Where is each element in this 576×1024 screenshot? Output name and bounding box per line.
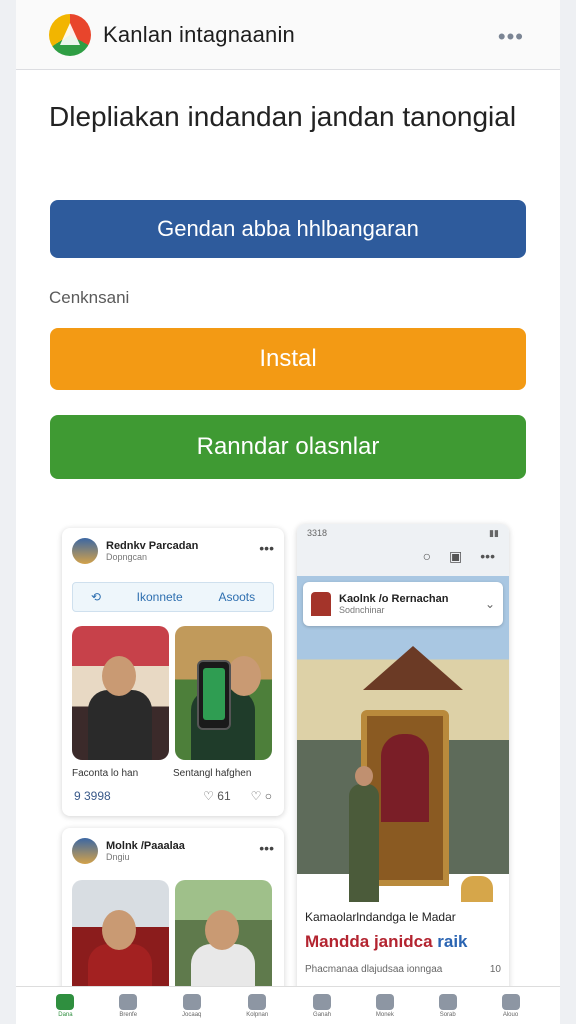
photo-man-phone[interactable] [72,626,169,760]
photo-face [205,910,239,950]
pill-left[interactable]: Ikonnete [137,590,183,604]
signal-icon: ▮▮ [489,528,499,538]
stat-left: 9 3998 [74,789,111,803]
photo-face [102,910,136,950]
primary-button[interactable]: Gendan abba hhlbangaran [50,200,526,258]
more-icon[interactable]: ••• [480,548,495,576]
more-options-icon[interactable]: ••• [498,24,524,50]
photo-figure [88,690,152,760]
photo-roof [363,646,463,690]
share-icon[interactable]: ○ [265,789,272,803]
section-caption: Cenknsani [49,288,130,307]
save-icon [313,993,332,1010]
page-headline: Dlepliakan indandan jandan tanongial [49,101,517,132]
photo-face [227,656,261,696]
post-line-2-accent: raik [437,932,468,951]
card-subtitle: Dopngcan [106,552,148,562]
post-line-3-text: Phacmanaa dlajudsaa ionngaa [305,964,443,975]
app-logo [49,13,91,56]
avatar [72,838,98,864]
phone-icon [197,660,231,730]
apple-icon [438,993,457,1010]
grid-icon [248,993,267,1010]
app-page: Kanlan intagnaanin ••• Dlepliakan indand… [16,0,560,1024]
stat-right: 61 [217,789,231,803]
photo-face [102,656,136,696]
user-icon [375,993,394,1010]
post-line-3: Phacmanaa dlajudsaa ionngaa 10 [305,964,501,975]
card-more-icon[interactable]: ••• [259,540,274,556]
post-line-2-main: Mandda janidca [305,932,433,951]
app-title: Kanlan intagnaanin [103,21,295,47]
chat-icon [182,993,201,1010]
photo-captions: Faconta lo han Sentangl hafghen [62,760,284,779]
nav-item-7[interactable]: Sorab [438,993,457,1018]
screenshot-icon[interactable]: ▣ [449,548,462,576]
toolbar: ○ ▣ ••• [297,542,509,576]
nav-item-3[interactable]: Jocaaq [182,993,201,1018]
nav-item-5[interactable]: Ganah [313,993,332,1018]
temple-icon [311,592,331,616]
card-stats: 9 3998 ♡ 61 ♡ ○ [62,779,284,803]
photo-caption-2: Sentangl hafghen [173,768,252,779]
status-time: 3318 [307,528,328,538]
status-bar: 3318 ▮▮ [297,524,509,542]
nav-home[interactable]: Dana [56,993,75,1018]
photo-row [62,612,284,760]
top-bar: Kanlan intagnaanin ••• [16,0,560,70]
install-button[interactable]: Instal [50,328,526,390]
nav-item-4[interactable]: Kolpnan [246,993,268,1018]
connect-icon[interactable]: ⟲ [91,590,101,604]
card-header: Molnk /Paaalaa Dngiu ••• [62,828,284,874]
inner-subtitle: Sodnchinar [339,605,385,615]
card-subtitle: Dngiu [106,852,130,862]
pill-right[interactable]: Asoots [218,590,255,604]
inner-post-header[interactable]: Kaolnk /o Rernachan Sodnchinar ⌄ [303,582,503,626]
card-action-bar: ⟲ Ikonnete Asoots [72,582,274,612]
search-icon[interactable]: ○ [423,548,431,576]
profile-icon [501,993,520,1010]
card-more-icon[interactable]: ••• [259,840,274,856]
nav-item-6[interactable]: Monek [375,993,394,1018]
preview-card-a[interactable]: Rednkv Parcadan Dopngcan ••• ⟲ Ikonnete … [62,528,284,816]
preview-card-phone[interactable]: 3318 ▮▮ ○ ▣ ••• Kaolnk /o Rernachan Sodn… [297,524,509,994]
house-icon [119,993,138,1010]
home-icon [56,993,75,1010]
avatar [72,538,98,564]
nav-item-2[interactable]: Brenfe [119,993,138,1018]
photo-women-phone[interactable] [175,626,272,760]
photo-caption-1: Faconta lo han [72,768,139,779]
nav-item-8[interactable]: Alouo [501,993,520,1018]
card-title: Rednkv Parcadan [106,540,199,552]
like-icon[interactable]: ♡ [251,789,262,803]
post-line-3-count: 10 [489,964,501,975]
secondary-button[interactable]: Ranndar olasnlar [50,415,526,479]
stat-right-group: ♡ 61 ♡ ○ [203,789,272,803]
card-header: Rednkv Parcadan Dopngcan ••• [62,528,284,574]
comment-icon[interactable]: ♡ [203,789,214,803]
inner-title: Kaolnk /o Rernachan [339,593,449,605]
chevron-down-icon[interactable]: ⌄ [485,597,495,611]
post-line-1: Kamaolarlndandga le Madar [305,910,456,924]
post-text: Kamaolarlndandga le Madar Mandda janidca… [297,902,509,994]
post-line-2: Mandda janidca raik [305,932,501,952]
card-title: Molnk /Paaalaa [106,840,185,852]
bottom-nav: Dana Brenfe Jocaaq Kolpnan Ganah Monek S… [16,986,560,1024]
